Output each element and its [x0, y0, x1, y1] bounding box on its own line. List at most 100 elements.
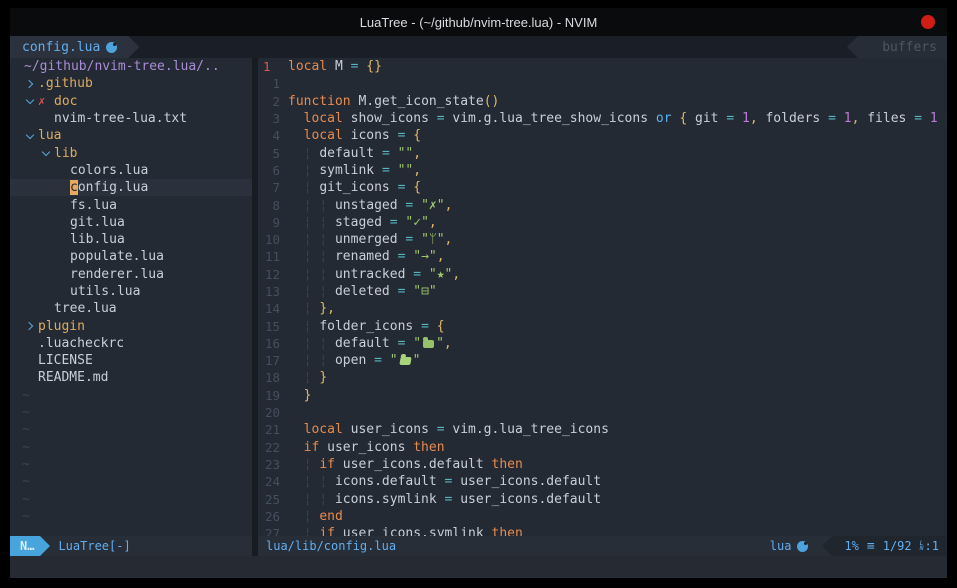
window-title: LuaTree - (~/github/nvim-tree.lua) - NVI… [360, 15, 598, 30]
tree-item[interactable]: renderer.lua [10, 266, 252, 283]
code-line[interactable]: 1local M = {} [258, 58, 947, 75]
code-text: ¦ ¦ unstaged = "✗", [288, 198, 452, 213]
tree-item[interactable]: lib.lua [10, 231, 252, 248]
close-button[interactable] [921, 15, 935, 29]
code-text: ¦ if user_icons.symlink then [288, 526, 523, 536]
tree-label: renderer.lua [70, 267, 164, 282]
tree-item[interactable]: populate.lua [10, 248, 252, 265]
tree-label: lib.lua [70, 232, 125, 247]
code-editor[interactable]: 1local M = {}1 2function M.get_icon_state… [258, 58, 947, 536]
code-line[interactable]: 4 local icons = { [258, 127, 947, 144]
code-line[interactable]: 2function M.get_icon_state() [258, 93, 947, 110]
tree-tilde: ~ [10, 439, 252, 456]
code-line[interactable]: 15 ¦ folder_icons = { [258, 317, 947, 334]
tree-item[interactable]: plugin [10, 317, 252, 334]
code-line[interactable]: 18 ¦ } [258, 369, 947, 386]
tree-item[interactable]: fs.lua [10, 196, 252, 213]
tree-item[interactable]: .luacheckrc [10, 335, 252, 352]
code-line[interactable]: 17 ¦ ¦ open = "" [258, 352, 947, 369]
code-text: ¦ git_icons = { [288, 180, 421, 195]
tree-item[interactable]: README.md [10, 369, 252, 386]
code-line[interactable]: 6 ¦ symlink = "", [258, 162, 947, 179]
tree-item[interactable]: utils.lua [10, 283, 252, 300]
code-line[interactable]: 11 ¦ ¦ renamed = "→", [258, 248, 947, 265]
code-line[interactable]: 7 ¦ git_icons = { [258, 179, 947, 196]
line-number: 23 [258, 457, 288, 472]
code-line[interactable]: 3 local show_icons = vim.g.lua_tree_show… [258, 110, 947, 127]
code-text: ¦ folder_icons = { [288, 319, 445, 334]
command-line[interactable] [10, 556, 947, 578]
tree-label: utils.lua [70, 284, 140, 299]
tree-item[interactable]: ~/github/nvim-tree.lua/.. [10, 58, 252, 75]
tree-tilde: ~ [10, 421, 252, 438]
code-text: ¦ ¦ renamed = "→", [288, 249, 445, 264]
chevron-right-icon[interactable] [22, 81, 38, 87]
code-line[interactable]: 23 ¦ if user_icons.default then [258, 456, 947, 473]
code-text: ¦ default = "", [288, 146, 421, 161]
code-text: ¦ ¦ default = "", [288, 336, 452, 351]
tree-item[interactable]: lua [10, 127, 252, 144]
line-number: 8 [258, 198, 288, 213]
tree-item[interactable]: ✗doc [10, 93, 252, 110]
statusline-filepath: lua/lib/config.lua [258, 536, 770, 556]
tree-label: tree.lua [54, 301, 117, 316]
code-text: } [288, 388, 311, 403]
tree-item[interactable]: colors.lua [10, 162, 252, 179]
chevron-down-icon[interactable] [22, 134, 38, 138]
code-line[interactable]: 24 ¦ ¦ icons.default = user_icons.defaul… [258, 473, 947, 490]
code-line[interactable]: 8 ¦ ¦ unstaged = "✗", [258, 196, 947, 213]
code-line[interactable]: 19 } [258, 387, 947, 404]
code-line[interactable]: 25 ¦ ¦ icons.symlink = user_icons.defaul… [258, 490, 947, 507]
file-tree[interactable]: ~/github/nvim-tree.lua/...github✗docnvim… [10, 58, 252, 536]
buffers-label: buffers [882, 40, 937, 55]
code-line[interactable]: 20 [258, 404, 947, 421]
tree-label: fs.lua [70, 198, 117, 213]
code-line[interactable]: 26 ¦ end [258, 508, 947, 525]
line-number-icon: LN [920, 541, 924, 552]
folder-open-icon [399, 357, 411, 365]
lua-icon [106, 42, 117, 53]
code-line[interactable]: 12 ¦ ¦ untracked = "★", [258, 266, 947, 283]
line-number: 1 [258, 76, 288, 91]
chevron-down-icon[interactable] [38, 151, 54, 155]
chevron-down-icon[interactable] [22, 99, 38, 103]
tree-label: colors.lua [70, 163, 148, 178]
statusline: N… LuaTree[-] lua/lib/config.lua lua 1% … [10, 536, 947, 556]
tree-label: git.lua [70, 215, 125, 230]
mode-indicator: N… [10, 536, 40, 556]
code-line[interactable]: 10 ¦ ¦ unmerged = "ᛘ", [258, 231, 947, 248]
tree-item[interactable]: .github [10, 75, 252, 92]
code-line[interactable]: 1 [258, 75, 947, 92]
nvim-window: LuaTree - (~/github/nvim-tree.lua) - NVI… [10, 8, 947, 578]
tab-config-lua[interactable]: config.lua [10, 36, 139, 58]
tree-item[interactable]: git.lua [10, 214, 252, 231]
buffers-chip[interactable]: buffers [847, 36, 947, 58]
line-number: 6 [258, 163, 288, 178]
line-number: 4 [258, 128, 288, 143]
code-line[interactable]: 5 ¦ default = "", [258, 144, 947, 161]
tree-item[interactable]: lib [10, 144, 252, 161]
line-number: 21 [258, 422, 288, 437]
code-text: ¦ ¦ open = "" [288, 353, 420, 368]
code-line[interactable]: 22 if user_icons then [258, 439, 947, 456]
code-line[interactable]: 16 ¦ ¦ default = "", [258, 335, 947, 352]
tree-item[interactable]: config.lua [10, 179, 252, 196]
statusline-position-segment: 1% ≡ 1/92 LN:1 [832, 536, 947, 556]
tree-item[interactable]: tree.lua [10, 300, 252, 317]
chevron-right-icon[interactable] [22, 323, 38, 329]
code-line[interactable]: 9 ¦ ¦ staged = "✓", [258, 214, 947, 231]
line-number: 10 [258, 232, 288, 247]
lines-icon: ≡ [867, 539, 875, 554]
code-line[interactable]: 21 local user_icons = vim.g.lua_tree_ico… [258, 421, 947, 438]
tree-item[interactable]: nvim-tree-lua.txt [10, 110, 252, 127]
code-line[interactable]: 14 ¦ }, [258, 300, 947, 317]
line-number: 16 [258, 336, 288, 351]
code-line[interactable]: 27 ¦ if user_icons.symlink then [258, 525, 947, 536]
code-line[interactable]: 13 ¦ ¦ deleted = "⊟" [258, 283, 947, 300]
tree-tilde: ~ [10, 387, 252, 404]
tree-item[interactable]: LICENSE [10, 352, 252, 369]
tree-tilde: ~ [10, 490, 252, 507]
line-number: 24 [258, 474, 288, 489]
tabline: config.lua buffers [10, 36, 947, 58]
tree-label: .luacheckrc [38, 336, 124, 351]
